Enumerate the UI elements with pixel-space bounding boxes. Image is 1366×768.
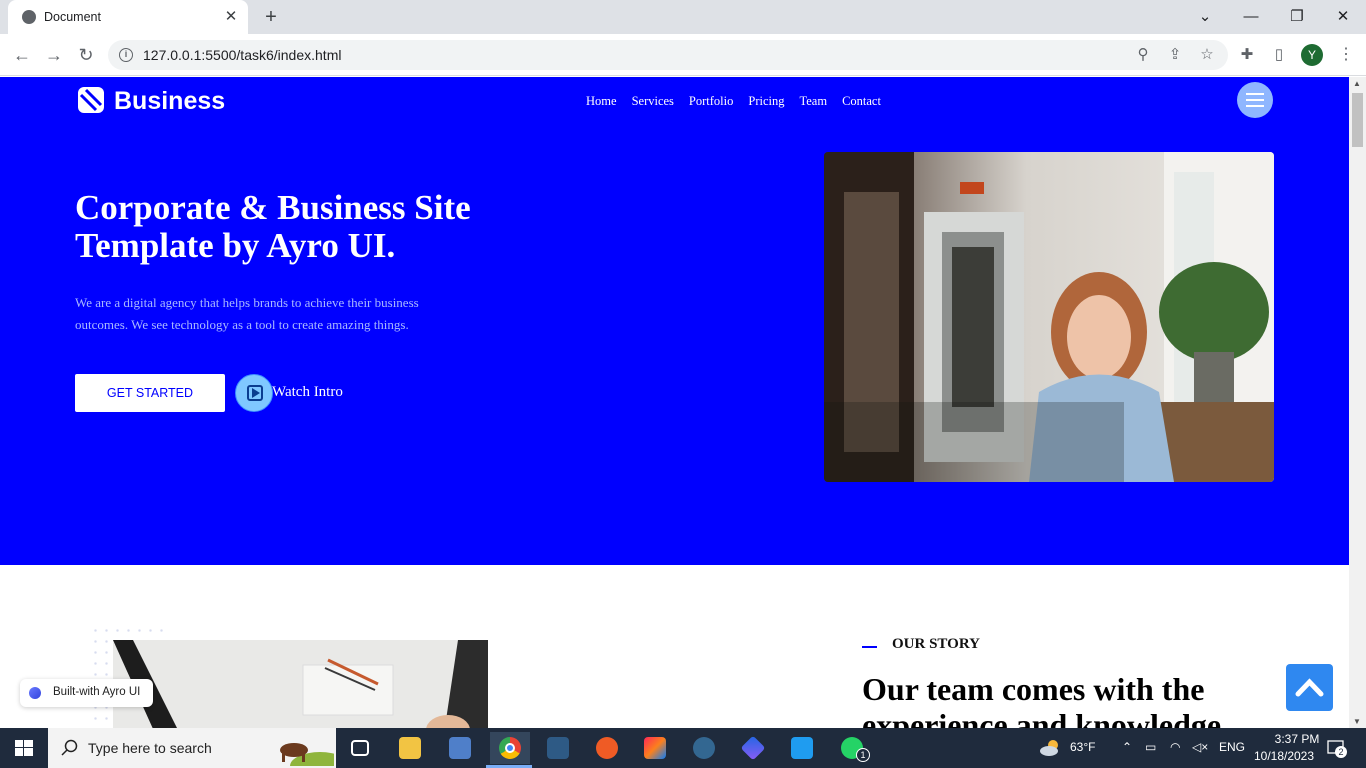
- brand-name: Business: [114, 87, 226, 115]
- story-tag-line: [862, 646, 877, 648]
- windows-taskbar: Type here to search 1 63°F ⌃ ▭ ◠ ◁× ENG …: [0, 728, 1366, 768]
- tab-title: Document: [44, 10, 101, 24]
- profile-avatar[interactable]: Y: [1301, 44, 1323, 66]
- site-info-icon[interactable]: i: [119, 48, 133, 62]
- nav-pricing[interactable]: Pricing: [748, 94, 784, 109]
- globe-icon: [22, 10, 36, 24]
- file-explorer-icon[interactable]: [390, 732, 430, 764]
- hero-title: Corporate & Business Site Template by Ay…: [75, 188, 471, 265]
- back-button[interactable]: ←: [10, 43, 34, 67]
- whatsapp-icon[interactable]: 1: [832, 732, 872, 764]
- hero-text: We are a digital agency that helps brand…: [75, 295, 419, 332]
- chevron-up-icon: [1295, 678, 1324, 697]
- built-with-badge[interactable]: Built-with Ayro UI: [20, 679, 153, 707]
- task-view-icon[interactable]: [340, 732, 380, 764]
- story-title: Our team comes with the experience and k…: [862, 671, 1222, 728]
- forward-button[interactable]: →: [42, 43, 66, 67]
- power-automate-icon[interactable]: [733, 732, 773, 764]
- hero-section: Business Home Services Portfolio Pricing…: [0, 77, 1349, 565]
- postgresql-icon[interactable]: [684, 732, 724, 764]
- nav-team[interactable]: Team: [799, 94, 827, 109]
- show-hidden-icons-icon[interactable]: ⌃: [1122, 740, 1132, 754]
- weather-cloud-icon[interactable]: [1038, 738, 1062, 758]
- weather-temp[interactable]: 63°F: [1070, 740, 1095, 754]
- wifi-icon[interactable]: ◠: [1170, 740, 1180, 754]
- tab-search-icon[interactable]: ⌄: [1190, 6, 1220, 28]
- hamburger-menu-icon[interactable]: [1237, 82, 1273, 118]
- chrome-icon[interactable]: [490, 732, 530, 764]
- share-icon[interactable]: ⇪: [1165, 45, 1185, 65]
- taskbar-search[interactable]: Type here to search: [48, 728, 336, 768]
- story-image: [113, 640, 488, 728]
- language-indicator[interactable]: ENG: [1219, 740, 1245, 754]
- scroll-up-arrow-icon[interactable]: ▲: [1353, 79, 1361, 88]
- clock-time[interactable]: 3:37 PM: [1262, 732, 1332, 746]
- back-to-top-button[interactable]: [1286, 664, 1333, 711]
- close-tab-icon[interactable]: ✕: [222, 8, 240, 26]
- brand-logo-icon: [78, 87, 104, 113]
- vscode-icon[interactable]: [782, 732, 822, 764]
- nav-services[interactable]: Services: [632, 94, 674, 109]
- search-icon: [61, 739, 78, 756]
- reload-button[interactable]: ↻: [74, 43, 98, 67]
- nav-home[interactable]: Home: [586, 94, 617, 109]
- scroll-down-arrow-icon[interactable]: ▼: [1353, 717, 1361, 726]
- battery-icon[interactable]: ▭: [1145, 740, 1156, 754]
- mysql-workbench-icon[interactable]: [538, 732, 578, 764]
- bookmark-star-icon[interactable]: ☆: [1197, 45, 1217, 65]
- notification-center-icon[interactable]: 2: [1326, 738, 1347, 758]
- minimize-button[interactable]: —: [1236, 6, 1266, 28]
- postman-icon[interactable]: [587, 732, 627, 764]
- url-text[interactable]: 127.0.0.1:5500/task6/index.html: [143, 47, 341, 63]
- hero-image: [824, 152, 1274, 482]
- search-placeholder: Type here to search: [88, 740, 212, 756]
- search-highlight-image: [280, 743, 334, 766]
- zoom-icon[interactable]: ⚲: [1133, 45, 1153, 65]
- address-bar[interactable]: i 127.0.0.1:5500/task6/index.html ⚲ ⇪ ☆: [108, 40, 1228, 70]
- page-viewport: Business Home Services Portfolio Pricing…: [0, 77, 1349, 728]
- get-started-button[interactable]: GET STARTED: [75, 374, 225, 412]
- whatsapp-badge: 1: [856, 748, 870, 762]
- new-tab-button[interactable]: +: [260, 6, 282, 28]
- nav-portfolio[interactable]: Portfolio: [689, 94, 733, 109]
- volume-muted-icon[interactable]: ◁×: [1192, 740, 1208, 754]
- clock-date[interactable]: 10/18/2023: [1249, 749, 1319, 763]
- browser-tab-strip: Document ✕ + ⌄ — ❐ ✕: [0, 0, 1366, 34]
- notification-count: 2: [1335, 746, 1347, 758]
- side-panel-icon[interactable]: ▯: [1269, 45, 1289, 65]
- browser-menu-icon[interactable]: ⋮: [1336, 43, 1356, 67]
- network-app-icon[interactable]: [440, 732, 480, 764]
- scroll-thumb[interactable]: [1352, 93, 1363, 147]
- page-scrollbar[interactable]: ▲ ▼: [1349, 77, 1366, 728]
- restore-button[interactable]: ❐: [1282, 6, 1312, 28]
- watch-intro-link[interactable]: Watch Intro: [272, 384, 343, 401]
- intellij-icon[interactable]: [635, 732, 675, 764]
- nav-contact[interactable]: Contact: [842, 94, 881, 109]
- extensions-icon[interactable]: ✚: [1237, 45, 1257, 65]
- built-with-label: Built-with Ayro UI: [53, 686, 141, 698]
- close-window-button[interactable]: ✕: [1328, 6, 1358, 28]
- browser-toolbar: ← → ↻ i 127.0.0.1:5500/task6/index.html …: [0, 34, 1366, 76]
- browser-tab[interactable]: Document ✕: [8, 0, 248, 34]
- story-section: OUR STORY Our team comes with the experi…: [0, 565, 1349, 728]
- ayro-logo-icon: [29, 687, 41, 699]
- play-icon[interactable]: [235, 374, 273, 412]
- windows-start-icon[interactable]: [0, 728, 48, 768]
- main-nav: Home Services Portfolio Pricing Team Con…: [586, 94, 896, 109]
- story-tag: OUR STORY: [892, 636, 980, 652]
